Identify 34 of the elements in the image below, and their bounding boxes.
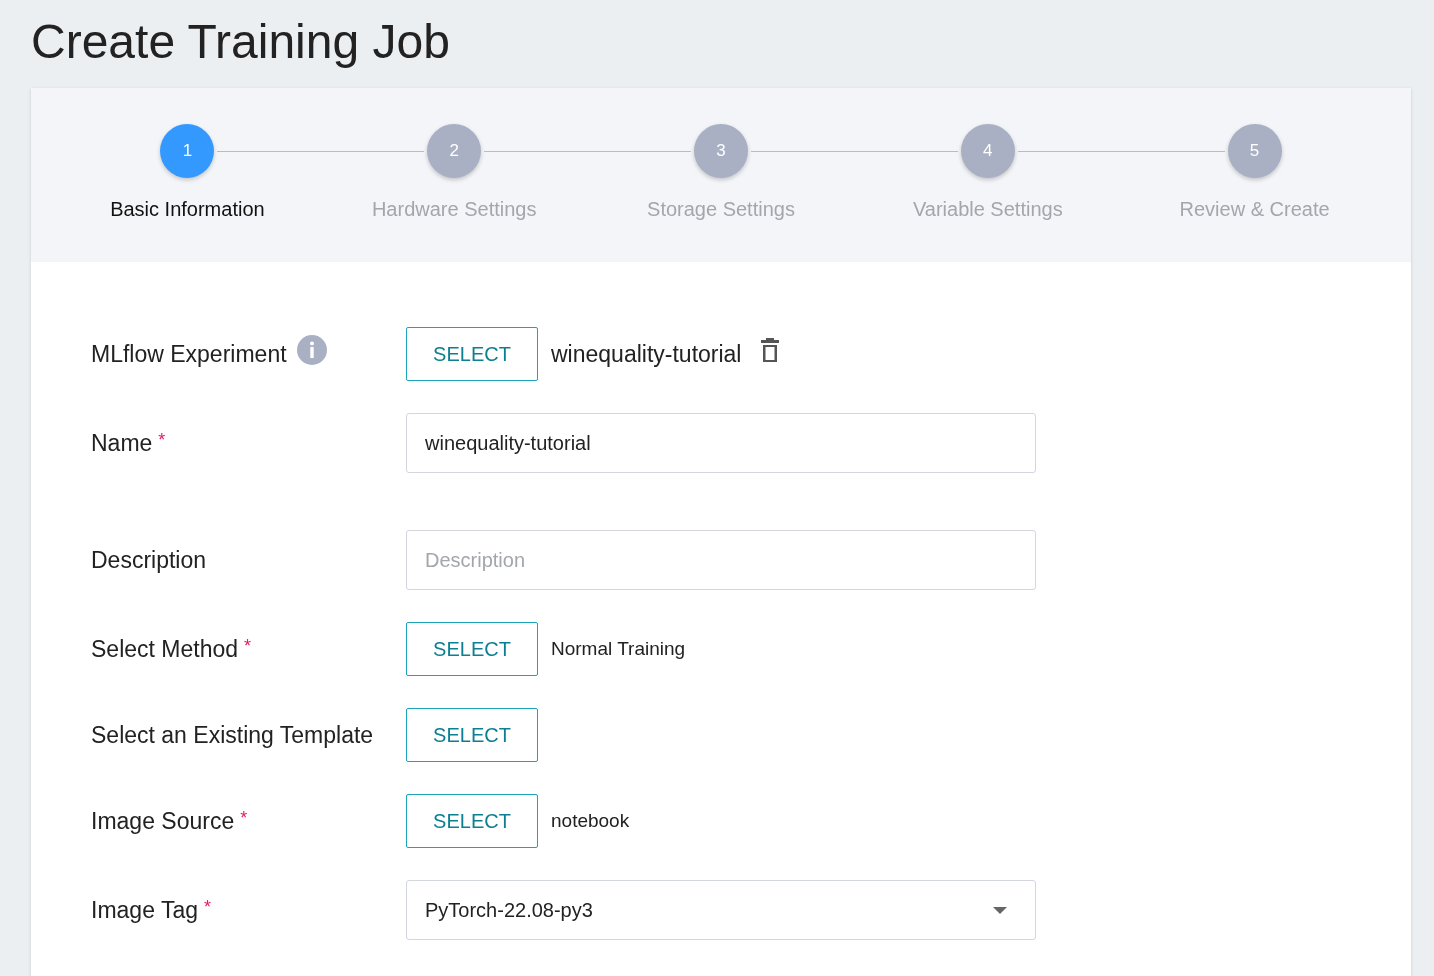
step-label[interactable]: Review & Create (1179, 198, 1330, 221)
step-label[interactable]: Variable Settings (912, 198, 1063, 221)
text-input-field[interactable]: Description (406, 530, 1036, 590)
field-label: MLflow Experiment (91, 340, 287, 368)
step-number[interactable]: 2 (427, 124, 482, 178)
selected-value: notebook (551, 810, 630, 832)
step-number[interactable]: 5 (1227, 124, 1282, 178)
field-label: Select an Existing Template (91, 721, 374, 749)
required-mark: * (158, 429, 166, 451)
field-label: Description (91, 546, 207, 574)
field-label: Name (91, 429, 153, 457)
select-button[interactable]: SELECT (406, 794, 538, 848)
step-number[interactable]: 4 (960, 124, 1015, 178)
dropdown-field[interactable]: PyTorch-22.08-py3 (406, 880, 1036, 940)
required-mark: * (240, 807, 248, 829)
select-button[interactable]: SELECT (406, 622, 538, 676)
text-input-field[interactable]: winequality-tutorial (406, 413, 1036, 473)
select-button[interactable]: SELECT (406, 708, 538, 762)
caret-icon (993, 906, 1007, 914)
selected-value: winequality-tutorial (551, 340, 742, 368)
trash-icon[interactable] (760, 337, 781, 363)
selected-value: Normal Training (551, 638, 686, 660)
required-mark: * (204, 896, 211, 918)
field-label: Image Source (91, 807, 235, 835)
page-title: Create Training Job (31, 14, 451, 70)
step-label[interactable]: Storage Settings (647, 198, 795, 221)
step-label[interactable]: Basic Information (110, 198, 265, 221)
step-number[interactable]: 1 (160, 124, 215, 178)
step-label[interactable]: Hardware Settings (371, 198, 537, 221)
field-label: Image Tag (91, 896, 198, 924)
field-label: Select Method (91, 635, 239, 663)
required-mark: * (244, 635, 252, 657)
step-number[interactable]: 3 (694, 124, 748, 178)
select-button[interactable]: SELECT (406, 327, 538, 381)
